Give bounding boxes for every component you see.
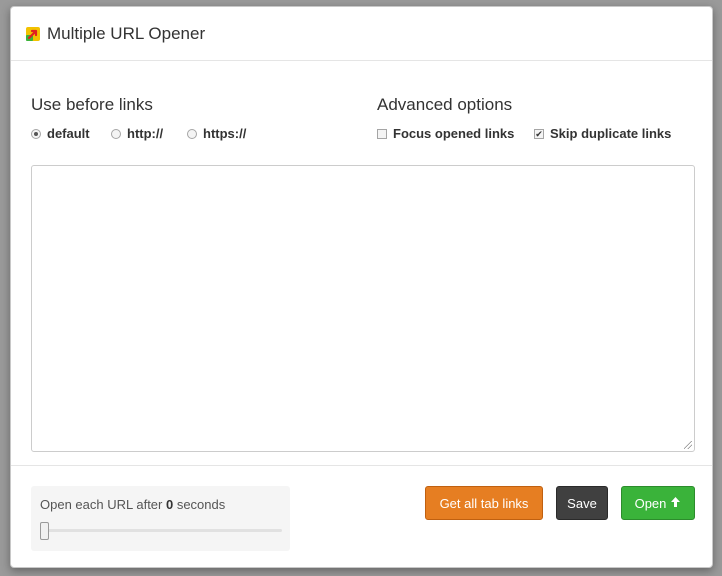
radio-https-label: https:// [203,126,247,141]
radio-http-control[interactable] [111,128,121,139]
open-label: Open [634,495,667,511]
delay-text-before: Open each URL after [40,497,166,512]
delay-slider-track[interactable] [40,529,282,532]
open-button[interactable]: Open [621,486,695,520]
dialog-footer: Open each URL after 0 seconds Get all ta… [11,465,712,569]
delay-text-after: seconds [173,497,226,512]
radio-https[interactable]: https:// [187,126,246,141]
arrow-up-icon [670,496,681,511]
save-button[interactable]: Save [556,486,608,520]
links-textarea[interactable] [31,165,695,452]
radio-https-control[interactable] [187,128,197,139]
radio-http-label: http:// [127,126,164,141]
advanced-section-title: Advanced options [377,95,513,114]
resize-handle-icon[interactable] [684,441,692,449]
delay-slider-thumb[interactable] [40,522,49,540]
checkbox-focus-label: Focus opened links [393,126,515,141]
url-opener-dialog: Multiple URL Opener Use before links def… [10,6,713,568]
dialog-body: Use before links default http:// https:/… [11,61,712,466]
save-label: Save [567,495,597,511]
prefix-section-title: Use before links [31,95,153,114]
radio-http[interactable]: http:// [111,126,163,141]
checkbox-focus-opened-links[interactable]: Focus opened links [377,126,514,141]
checkbox-skip-label: Skip duplicate links [550,126,672,141]
get-all-tab-links-button[interactable]: Get all tab links [425,486,543,520]
checkbox-skip-duplicate-links[interactable]: ✔ Skip duplicate links [534,126,671,141]
delay-text: Open each URL after 0 seconds [40,497,225,512]
delay-panel: Open each URL after 0 seconds [31,486,290,551]
radio-default-control[interactable] [31,128,41,139]
checkbox-focus-control[interactable] [377,128,387,139]
dialog-header: Multiple URL Opener [11,7,712,61]
radio-default-label: default [47,126,90,141]
dialog-title: Multiple URL Opener [47,23,206,43]
radio-default[interactable]: default [31,126,90,141]
checkbox-skip-control[interactable]: ✔ [534,128,544,139]
get-all-tab-links-label: Get all tab links [439,495,529,511]
arrow-logo-icon [25,26,41,42]
